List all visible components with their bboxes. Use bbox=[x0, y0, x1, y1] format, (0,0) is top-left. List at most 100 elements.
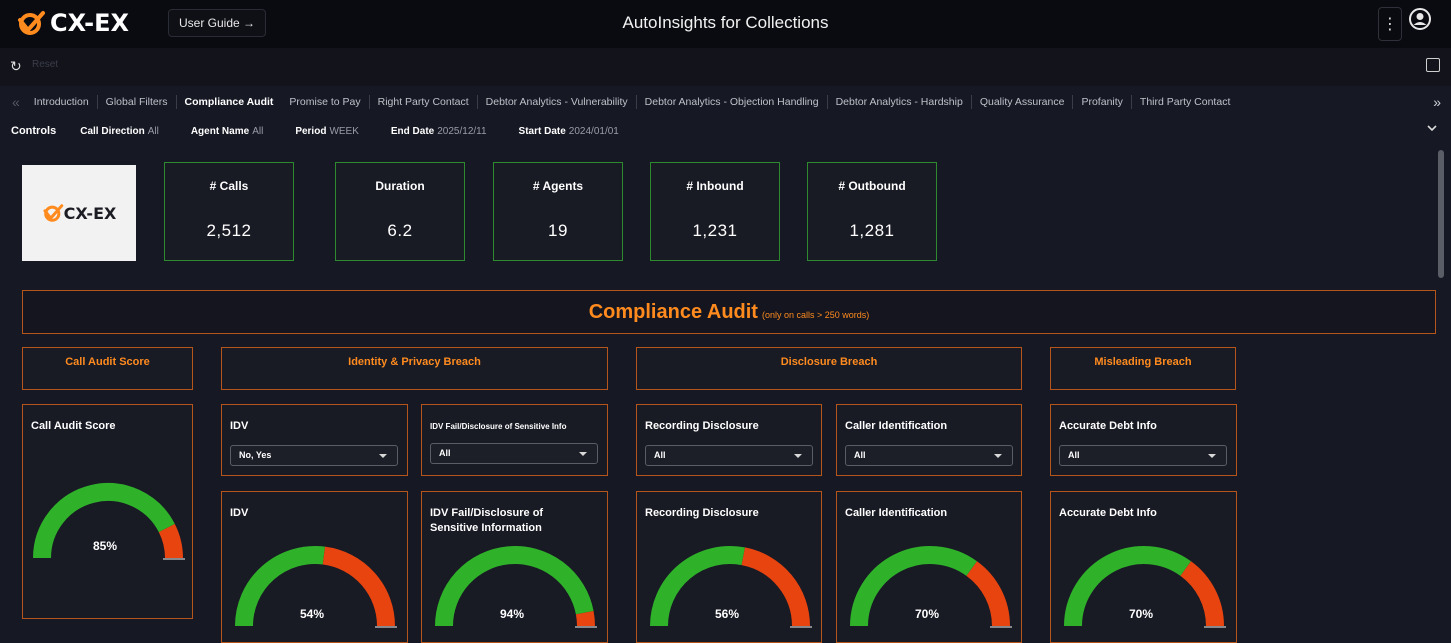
filter-card-idv-fail: IDV Fail/Disclosure of Sensitive Info Al… bbox=[421, 404, 608, 476]
chevron-down-icon[interactable] bbox=[1427, 123, 1437, 133]
user-guide-button[interactable]: User Guide → bbox=[168, 9, 266, 37]
logo-text: CX-EX bbox=[50, 9, 130, 37]
filter-card-recording-disclosure: Recording Disclosure All bbox=[636, 404, 822, 476]
idv-gauge: 54% bbox=[222, 492, 409, 643]
kpi-value: 6.2 bbox=[387, 221, 413, 240]
kpi-label: Duration bbox=[375, 179, 425, 193]
gauge-bad-arc bbox=[741, 547, 810, 627]
logo-card-text: CX-EX bbox=[63, 203, 117, 223]
tab-debtor-hardship[interactable]: Debtor Analytics - Hardship bbox=[826, 95, 971, 109]
kpi-duration: Duration 6.2 bbox=[335, 162, 465, 261]
compliance-audit-banner: Compliance Audit (only on calls > 250 wor… bbox=[22, 290, 1436, 334]
filter-title: Recording Disclosure bbox=[645, 420, 759, 432]
recording-disclosure-gauge: 56% bbox=[637, 492, 823, 643]
tab-global-filters[interactable]: Global Filters bbox=[96, 95, 176, 109]
control-call-direction[interactable]: Call Direction All bbox=[80, 126, 159, 137]
tab-promise-to-pay[interactable]: Promise to Pay bbox=[281, 95, 368, 109]
tab-debtor-vulnerability[interactable]: Debtor Analytics - Vulnerability bbox=[476, 95, 636, 109]
controls-bar[interactable]: Controls Call Direction All Agent Name All… bbox=[0, 118, 1451, 144]
gauge-value-label: 85% bbox=[93, 539, 118, 553]
section-disclosure-breach: Disclosure Breach bbox=[636, 347, 1022, 390]
app-window: CX-EX User Guide → AutoInsights for Coll… bbox=[0, 0, 1451, 643]
tab-bar: « Introduction Global Filters Compliance… bbox=[0, 88, 1451, 116]
bookmark-icon[interactable] bbox=[1426, 58, 1440, 72]
banner-note: (only on calls > 250 words) bbox=[761, 310, 870, 320]
tab-introduction[interactable]: Introduction bbox=[26, 95, 97, 109]
gauge-card-recording-disclosure: Recording Disclosure 56% bbox=[636, 491, 822, 643]
accurate-debt-info-gauge: 70% bbox=[1051, 492, 1238, 643]
dropdown-arrow-icon bbox=[994, 454, 1002, 458]
kpi-agents: # Agents 19 bbox=[493, 162, 623, 261]
gauge-card-accurate-debt-info: Accurate Debt Info 70% bbox=[1050, 491, 1237, 643]
gauge-card-idv-fail: IDV Fail/Disclosure of Sensitive Informa… bbox=[421, 491, 608, 643]
kpi-value: 1,281 bbox=[849, 221, 895, 240]
accurate-debt-info-select[interactable]: All bbox=[1059, 445, 1227, 466]
idv-fail-select[interactable]: All bbox=[430, 443, 598, 464]
kpi-label: # Outbound bbox=[838, 179, 906, 193]
section-misleading-breach: Misleading Breach bbox=[1050, 347, 1236, 390]
filter-card-accurate-debt-info: Accurate Debt Info All bbox=[1050, 404, 1237, 476]
tabs-scroll-right-icon[interactable]: » bbox=[1427, 94, 1451, 110]
brand-logo[interactable]: CX-EX bbox=[16, 8, 129, 38]
tab-profanity[interactable]: Profanity bbox=[1072, 95, 1130, 109]
brand-logo-card: CX-EX bbox=[22, 165, 136, 261]
scrollbar-thumb[interactable] bbox=[1438, 150, 1444, 278]
filter-card-idv: IDV No, Yes bbox=[221, 404, 408, 476]
tab-quality-assurance[interactable]: Quality Assurance bbox=[970, 95, 1073, 109]
tab-debtor-objection-handling[interactable]: Debtor Analytics - Objection Handling bbox=[635, 95, 827, 109]
idv-fail-gauge: 94% bbox=[422, 492, 609, 643]
kpi-inbound: # Inbound 1,231 bbox=[650, 162, 780, 261]
dropdown-arrow-icon bbox=[579, 452, 587, 456]
gauge-bad-arc bbox=[322, 546, 395, 627]
banner-title: Compliance Audit bbox=[588, 301, 758, 323]
section-identity-privacy-breach: Identity & Privacy Breach bbox=[221, 347, 608, 390]
gauge-card-caller-identification: Caller Identification 70% bbox=[836, 491, 1022, 643]
gauge-bad-arc bbox=[1180, 561, 1224, 627]
gauge-svg bbox=[33, 483, 185, 560]
logo-mark-icon bbox=[18, 11, 45, 35]
caller-identification-select[interactable]: All bbox=[845, 445, 1013, 466]
reset-icon[interactable]: ↻ bbox=[10, 58, 26, 74]
tab-third-party-contact[interactable]: Third Party Contact bbox=[1130, 95, 1238, 109]
filter-title: Accurate Debt Info bbox=[1059, 420, 1157, 432]
top-bar: CX-EX User Guide → AutoInsights for Coll… bbox=[0, 0, 1451, 48]
idv-select[interactable]: No, Yes bbox=[230, 445, 398, 466]
kpi-value: 2,512 bbox=[206, 221, 252, 240]
filter-title: Caller Identification bbox=[845, 420, 948, 432]
more-options-icon[interactable]: ⋮ bbox=[1378, 7, 1402, 41]
gauge-value-label: 94% bbox=[500, 607, 525, 621]
logo-mark-icon bbox=[43, 204, 63, 222]
caller-identification-gauge: 70% bbox=[837, 492, 1023, 643]
tab-right-party-contact[interactable]: Right Party Contact bbox=[368, 95, 477, 109]
control-end-date[interactable]: End Date 2025/12/11 bbox=[391, 126, 487, 137]
dropdown-arrow-icon bbox=[794, 454, 802, 458]
gauge-value-label: 56% bbox=[715, 607, 740, 621]
filter-title: IDV Fail/Disclosure of Sensitive Info bbox=[430, 422, 567, 431]
control-period[interactable]: Period WEEK bbox=[295, 126, 359, 137]
control-start-date[interactable]: Start Date 2024/01/01 bbox=[519, 126, 619, 137]
gauge-card-idv: IDV 54% bbox=[221, 491, 408, 643]
filter-card-caller-identification: Caller Identification All bbox=[836, 404, 1022, 476]
gauge-value-label: 70% bbox=[915, 607, 940, 621]
kpi-outbound: # Outbound 1,281 bbox=[807, 162, 937, 261]
tabs-scroll-left-icon[interactable]: « bbox=[0, 94, 26, 110]
sub-bar: ↻ Reset bbox=[0, 48, 1451, 86]
tab-compliance-audit[interactable]: Compliance Audit bbox=[175, 95, 282, 109]
control-agent-name[interactable]: Agent Name All bbox=[191, 126, 263, 137]
gauge-card-call-audit-score: Call Audit Score 85% bbox=[22, 404, 193, 619]
kpi-value: 19 bbox=[548, 221, 568, 240]
call-audit-gauge: 85% bbox=[23, 405, 194, 620]
user-avatar-icon[interactable] bbox=[1409, 8, 1431, 30]
gauge-value-label: 70% bbox=[1129, 607, 1154, 621]
kpi-label: # Inbound bbox=[686, 179, 744, 193]
kpi-label: # Calls bbox=[209, 179, 249, 193]
gauge-bad-arc bbox=[158, 523, 183, 559]
gauge-bad-arc bbox=[575, 611, 595, 627]
reset-label: Reset bbox=[32, 59, 59, 70]
kpi-label: # Agents bbox=[532, 179, 584, 193]
gauge-value-label: 54% bbox=[300, 607, 325, 621]
filter-title: IDV bbox=[230, 420, 249, 432]
recording-disclosure-select[interactable]: All bbox=[645, 445, 813, 466]
kpi-value: 1,231 bbox=[692, 221, 738, 240]
section-call-audit-score: Call Audit Score bbox=[22, 347, 193, 390]
